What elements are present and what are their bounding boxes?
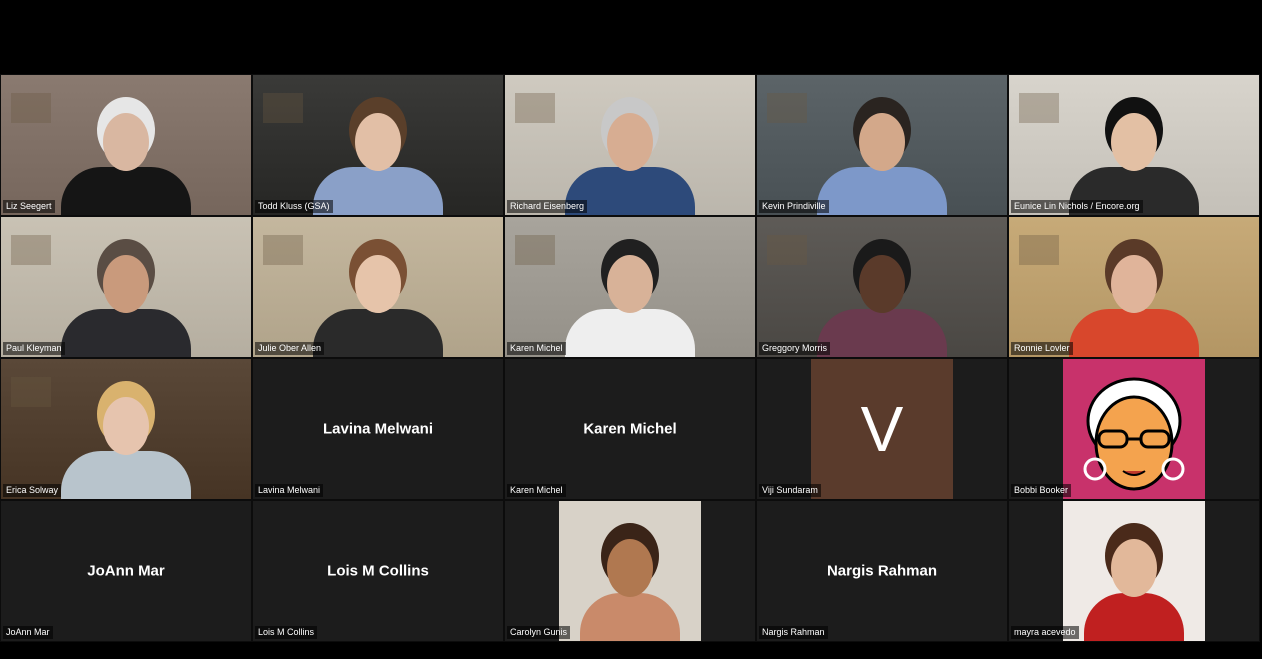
participant-tile[interactable]: mayra acevedo [1008,500,1260,642]
participant-name-label: Nargis Rahman [759,626,828,639]
participant-video [1,75,251,215]
participant-name-label: Julie Ober Allen [255,342,325,355]
participant-name-label: mayra acevedo [1011,626,1079,639]
participant-video [505,501,755,641]
participant-name-label: Karen Michel [507,342,566,355]
profile-photo [1063,501,1205,641]
participant-name-label: Eunice Lin Nichols / Encore.org [1011,200,1143,213]
participant-tile[interactable]: Karen Michel [504,216,756,358]
background-detail [11,235,51,265]
participant-video [253,75,503,215]
participant-tile[interactable]: Eunice Lin Nichols / Encore.org [1008,74,1260,216]
participant-name-label: Todd Kluss (GSA) [255,200,333,213]
participant-video [1009,217,1259,357]
person-body [817,167,947,215]
background-detail [263,93,303,123]
participant-name-label: Lavina Melwani [255,484,324,497]
participant-tile[interactable]: Nargis Rahman Nargis Rahman [756,500,1008,642]
participant-display-name: Lois M Collins [327,562,429,580]
participant-tile[interactable]: Erica Solway [0,358,252,500]
participant-video [1,217,251,357]
participant-tile[interactable]: Lois M Collins Lois M Collins [252,500,504,642]
participant-name-label: JoAnn Mar [3,626,53,639]
participant-video [505,217,755,357]
background-detail [767,93,807,123]
participant-display-name: Karen Michel [583,420,677,438]
participant-video [1,359,251,499]
participant-tile[interactable]: Lavina Melwani Lavina Melwani [252,358,504,500]
participant-video [1009,501,1259,641]
person-face [103,113,149,171]
background-detail [263,235,303,265]
participant-name-label: Bobbi Booker [1011,484,1072,497]
person-body [61,167,191,215]
participant-name-label: Greggory Morris [759,342,831,355]
participant-video [253,217,503,357]
participant-name-label: Paul Kleyman [3,342,65,355]
person-body [61,309,191,357]
profile-photo [559,501,701,641]
background-detail [1019,93,1059,123]
participant-display-name: Lavina Melwani [322,420,434,438]
participant-tile[interactable]: Carolyn Gunis [504,500,756,642]
participant-tile[interactable]: JoAnn Mar JoAnn Mar [0,500,252,642]
participant-name-label: Kevin Prindiville [759,200,829,213]
participant-video [757,217,1007,357]
participant-tile[interactable]: Karen Michel Karen Michel [504,358,756,500]
cartoon-face-icon [1083,377,1185,491]
person-face [103,255,149,313]
person-face [607,255,653,313]
participant-tile[interactable]: Bobbi Booker [1008,358,1260,500]
person-body [565,309,695,357]
background-detail [515,235,555,265]
participant-video [1009,75,1259,215]
participant-tile[interactable]: V Viji Sundaram [756,358,1008,500]
participant-name-label: Liz Seegert [3,200,55,213]
person-face [1111,255,1157,313]
participant-tile[interactable]: Paul Kleyman [0,216,252,358]
participant-name-label: Carolyn Gunis [507,626,571,639]
background-detail [1019,235,1059,265]
person-body [61,451,191,499]
participant-tile[interactable]: Liz Seegert [0,74,252,216]
letter-avatar: V [811,359,953,499]
person-face [355,255,401,313]
participant-gallery: Liz Seegert Todd Kluss (GSA) Richard Eis… [0,74,1262,642]
background-detail [767,235,807,265]
participant-name-label: Erica Solway [3,484,62,497]
participant-video [757,75,1007,215]
participant-name-label: Lois M Collins [255,626,318,639]
participant-tile[interactable]: Greggory Morris [756,216,1008,358]
participant-tile[interactable]: Julie Ober Allen [252,216,504,358]
person-face [859,255,905,313]
person-body [313,309,443,357]
person-face [859,113,905,171]
background-detail [515,93,555,123]
person-body [817,309,947,357]
person-body [580,593,680,641]
person-face [1111,113,1157,171]
participant-tile[interactable]: Kevin Prindiville [756,74,1008,216]
participant-tile[interactable]: Richard Eisenberg [504,74,756,216]
participant-name-label: Viji Sundaram [759,484,821,497]
cartoon-avatar [1063,359,1205,499]
participant-name-label: Ronnie Lovler [1011,342,1073,355]
participant-display-name: Nargis Rahman [826,562,938,580]
person-face [355,113,401,171]
person-face [607,539,653,597]
person-face [103,397,149,455]
participant-name-label: Richard Eisenberg [507,200,588,213]
person-body [1069,309,1199,357]
person-body [1084,593,1184,641]
participant-tile[interactable]: Todd Kluss (GSA) [252,74,504,216]
avatar-initial: V [860,393,904,465]
participant-display-name: JoAnn Mar [87,562,165,580]
participant-name-label: Karen Michel [507,484,566,497]
participant-video [505,75,755,215]
person-face [607,113,653,171]
background-detail [11,93,51,123]
person-face [1111,539,1157,597]
background-detail [11,377,51,407]
participant-tile[interactable]: Ronnie Lovler [1008,216,1260,358]
